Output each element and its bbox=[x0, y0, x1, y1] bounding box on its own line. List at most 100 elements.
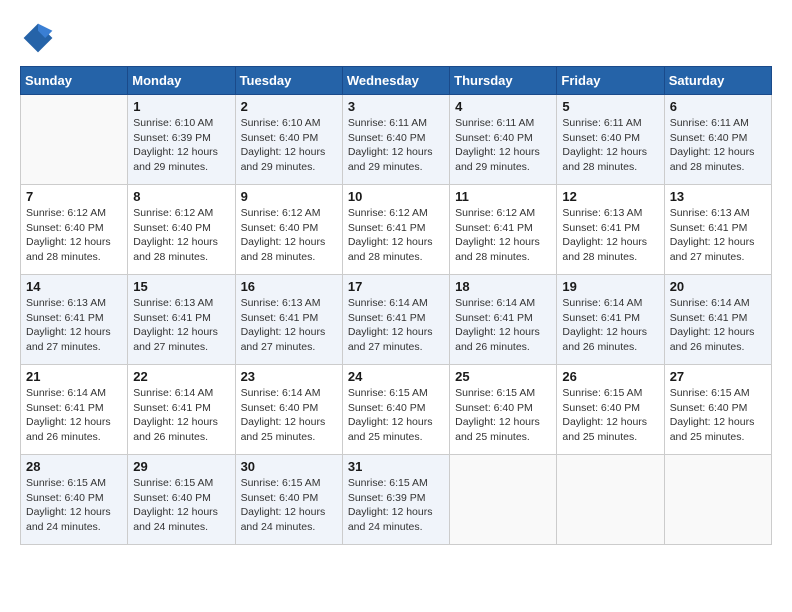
calendar-cell bbox=[450, 455, 557, 545]
calendar-cell: 27 Sunrise: 6:15 AMSunset: 6:40 PMDayligh… bbox=[664, 365, 771, 455]
calendar-cell: 31 Sunrise: 6:15 AMSunset: 6:39 PMDayligh… bbox=[342, 455, 449, 545]
calendar-cell: 15Sunrise: 6:13 AMSunset: 6:41 PMDayligh… bbox=[128, 275, 235, 365]
calendar-cell: 12 Sunrise: 6:13 AMSunset: 6:41 PMDayligh… bbox=[557, 185, 664, 275]
day-info: Sunrise: 6:15 AMSunset: 6:40 PMDaylight:… bbox=[133, 476, 229, 535]
calendar-cell: 19 Sunrise: 6:14 AMSunset: 6:41 PMDayligh… bbox=[557, 275, 664, 365]
day-number: 28 bbox=[26, 459, 122, 474]
header-day-thursday: Thursday bbox=[450, 67, 557, 95]
day-number: 2 bbox=[241, 99, 337, 114]
day-number: 25 bbox=[455, 369, 551, 384]
day-number: 8 bbox=[133, 189, 229, 204]
day-info: Sunrise: 6:15 AMSunset: 6:40 PMDaylight:… bbox=[348, 386, 444, 445]
calendar-cell: 3 Sunrise: 6:11 AMSunset: 6:40 PMDaylight… bbox=[342, 95, 449, 185]
week-row-3: 14 Sunrise: 6:13 AMSunset: 6:41 PMDayligh… bbox=[21, 275, 772, 365]
header-day-sunday: Sunday bbox=[21, 67, 128, 95]
day-info: Sunrise: 6:15 AMSunset: 6:40 PMDaylight:… bbox=[562, 386, 658, 445]
day-info: Sunrise: 6:14 AMSunset: 6:41 PMDaylight:… bbox=[670, 296, 766, 355]
logo bbox=[20, 20, 60, 56]
calendar-cell: 7Sunrise: 6:12 AMSunset: 6:40 PMDaylight… bbox=[21, 185, 128, 275]
day-number: 10 bbox=[348, 189, 444, 204]
calendar-cell: 5 Sunrise: 6:11 AMSunset: 6:40 PMDaylight… bbox=[557, 95, 664, 185]
calendar-cell: 16 Sunrise: 6:13 AMSunset: 6:41 PMDayligh… bbox=[235, 275, 342, 365]
day-info: Sunrise: 6:15 AMSunset: 6:40 PMDaylight:… bbox=[455, 386, 551, 445]
day-number: 30 bbox=[241, 459, 337, 474]
header-day-monday: Monday bbox=[128, 67, 235, 95]
calendar-cell: 18 Sunrise: 6:14 AMSunset: 6:41 PMDayligh… bbox=[450, 275, 557, 365]
calendar-cell: 8 Sunrise: 6:12 AMSunset: 6:40 PMDaylight… bbox=[128, 185, 235, 275]
calendar-cell: 24 Sunrise: 6:15 AMSunset: 6:40 PMDayligh… bbox=[342, 365, 449, 455]
day-number: 31 bbox=[348, 459, 444, 474]
day-number: 16 bbox=[241, 279, 337, 294]
day-number: 13 bbox=[670, 189, 766, 204]
day-info: Sunrise: 6:13 AMSunset: 6:41 PMDaylight:… bbox=[670, 206, 766, 265]
calendar-cell: 11 Sunrise: 6:12 AMSunset: 6:41 PMDayligh… bbox=[450, 185, 557, 275]
day-info: Sunrise: 6:11 AMSunset: 6:40 PMDaylight:… bbox=[670, 116, 766, 175]
day-number: 1 bbox=[133, 99, 229, 114]
day-info: Sunrise: 6:14 AMSunset: 6:41 PMDaylight:… bbox=[26, 386, 122, 445]
day-number: 20 bbox=[670, 279, 766, 294]
day-number: 19 bbox=[562, 279, 658, 294]
day-number: 26 bbox=[562, 369, 658, 384]
day-number: 22 bbox=[133, 369, 229, 384]
day-info: Sunrise: 6:13 AMSunset: 6:41 PMDaylight:… bbox=[562, 206, 658, 265]
day-number: 21 bbox=[26, 369, 122, 384]
day-number: 15 bbox=[133, 279, 229, 294]
day-info: Sunrise: 6:11 AMSunset: 6:40 PMDaylight:… bbox=[348, 116, 444, 175]
day-number: 5 bbox=[562, 99, 658, 114]
day-info: Sunrise: 6:12 AMSunset: 6:40 PMDaylight:… bbox=[133, 206, 229, 265]
calendar-cell: 13 Sunrise: 6:13 AMSunset: 6:41 PMDayligh… bbox=[664, 185, 771, 275]
day-number: 6 bbox=[670, 99, 766, 114]
calendar-cell: 22 Sunrise: 6:14 AMSunset: 6:41 PMDayligh… bbox=[128, 365, 235, 455]
week-row-2: 7Sunrise: 6:12 AMSunset: 6:40 PMDaylight… bbox=[21, 185, 772, 275]
day-number: 27 bbox=[670, 369, 766, 384]
day-info: Sunrise: 6:12 AMSunset: 6:40 PMDaylight:… bbox=[241, 206, 337, 265]
day-info: Sunrise: 6:15 AMSunset: 6:39 PMDaylight:… bbox=[348, 476, 444, 535]
day-info: Sunrise: 6:14 AMSunset: 6:41 PMDaylight:… bbox=[562, 296, 658, 355]
header-row: SundayMondayTuesdayWednesdayThursdayFrid… bbox=[21, 67, 772, 95]
day-info: Sunrise: 6:13 AMSunset: 6:41 PMDaylight:… bbox=[241, 296, 337, 355]
day-number: 4 bbox=[455, 99, 551, 114]
week-row-4: 21 Sunrise: 6:14 AMSunset: 6:41 PMDayligh… bbox=[21, 365, 772, 455]
calendar-body: 1 Sunrise: 6:10 AMSunset: 6:39 PMDaylight… bbox=[21, 95, 772, 545]
day-info: Sunrise: 6:14 AMSunset: 6:41 PMDaylight:… bbox=[455, 296, 551, 355]
day-number: 24 bbox=[348, 369, 444, 384]
day-info: Sunrise: 6:12 AMSunset: 6:40 PMDaylight:… bbox=[26, 206, 122, 265]
day-info: Sunrise: 6:13 AMSunset: 6:41 PMDaylight:… bbox=[26, 296, 122, 355]
week-row-1: 1 Sunrise: 6:10 AMSunset: 6:39 PMDaylight… bbox=[21, 95, 772, 185]
day-number: 12 bbox=[562, 189, 658, 204]
day-info: Sunrise: 6:15 AMSunset: 6:40 PMDaylight:… bbox=[670, 386, 766, 445]
calendar-cell: 6 Sunrise: 6:11 AMSunset: 6:40 PMDaylight… bbox=[664, 95, 771, 185]
header-day-wednesday: Wednesday bbox=[342, 67, 449, 95]
week-row-5: 28 Sunrise: 6:15 AMSunset: 6:40 PMDayligh… bbox=[21, 455, 772, 545]
day-info: Sunrise: 6:11 AMSunset: 6:40 PMDaylight:… bbox=[455, 116, 551, 175]
day-number: 9 bbox=[241, 189, 337, 204]
day-number: 3 bbox=[348, 99, 444, 114]
page-header bbox=[20, 20, 772, 56]
day-info: Sunrise: 6:14 AMSunset: 6:41 PMDaylight:… bbox=[133, 386, 229, 445]
day-number: 23 bbox=[241, 369, 337, 384]
day-info: Sunrise: 6:14 AMSunset: 6:41 PMDaylight:… bbox=[348, 296, 444, 355]
day-info: Sunrise: 6:15 AMSunset: 6:40 PMDaylight:… bbox=[26, 476, 122, 535]
logo-icon bbox=[20, 20, 56, 56]
calendar-cell: 1 Sunrise: 6:10 AMSunset: 6:39 PMDaylight… bbox=[128, 95, 235, 185]
calendar-cell: 2 Sunrise: 6:10 AMSunset: 6:40 PMDaylight… bbox=[235, 95, 342, 185]
day-info: Sunrise: 6:10 AMSunset: 6:40 PMDaylight:… bbox=[241, 116, 337, 175]
calendar-cell: 30 Sunrise: 6:15 AMSunset: 6:40 PMDayligh… bbox=[235, 455, 342, 545]
calendar-cell: 14 Sunrise: 6:13 AMSunset: 6:41 PMDayligh… bbox=[21, 275, 128, 365]
calendar-cell: 26 Sunrise: 6:15 AMSunset: 6:40 PMDayligh… bbox=[557, 365, 664, 455]
day-number: 18 bbox=[455, 279, 551, 294]
calendar-cell: 28 Sunrise: 6:15 AMSunset: 6:40 PMDayligh… bbox=[21, 455, 128, 545]
header-day-tuesday: Tuesday bbox=[235, 67, 342, 95]
day-number: 11 bbox=[455, 189, 551, 204]
header-day-friday: Friday bbox=[557, 67, 664, 95]
calendar-cell: 17 Sunrise: 6:14 AMSunset: 6:41 PMDayligh… bbox=[342, 275, 449, 365]
day-number: 17 bbox=[348, 279, 444, 294]
calendar-cell: 23Sunrise: 6:14 AMSunset: 6:40 PMDayligh… bbox=[235, 365, 342, 455]
day-info: Sunrise: 6:10 AMSunset: 6:39 PMDaylight:… bbox=[133, 116, 229, 175]
calendar-cell: 20 Sunrise: 6:14 AMSunset: 6:41 PMDayligh… bbox=[664, 275, 771, 365]
day-info: Sunrise: 6:15 AMSunset: 6:40 PMDaylight:… bbox=[241, 476, 337, 535]
day-number: 14 bbox=[26, 279, 122, 294]
calendar-cell bbox=[664, 455, 771, 545]
day-info: Sunrise: 6:12 AMSunset: 6:41 PMDaylight:… bbox=[455, 206, 551, 265]
day-info: Sunrise: 6:11 AMSunset: 6:40 PMDaylight:… bbox=[562, 116, 658, 175]
